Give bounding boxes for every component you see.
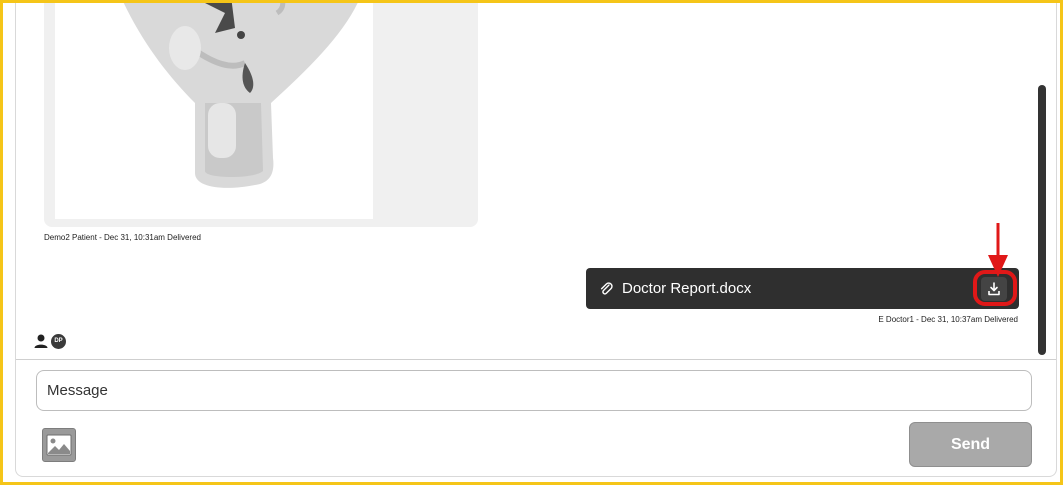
- divider: [16, 359, 1056, 360]
- wound-illustration: [123, 3, 358, 188]
- person-icon: [34, 334, 48, 348]
- download-icon: [988, 282, 1000, 296]
- participants: DP: [33, 333, 66, 349]
- image-attachment[interactable]: [55, 3, 373, 219]
- send-button[interactable]: Send: [909, 422, 1032, 467]
- file-name[interactable]: Doctor Report.docx: [622, 280, 751, 297]
- incoming-image-message[interactable]: [44, 3, 478, 227]
- scrollbar[interactable]: [1038, 85, 1046, 355]
- image-icon: [46, 434, 72, 456]
- avatar: DP: [51, 333, 66, 349]
- file-attachment-message[interactable]: Doctor Report.docx: [586, 268, 1019, 309]
- image-upload-button[interactable]: [42, 428, 76, 462]
- chat-panel: Demo2 Patient - Dec 31, 10:31am Delivere…: [15, 3, 1057, 477]
- chat-messages: Demo2 Patient - Dec 31, 10:31am Delivere…: [16, 3, 1056, 359]
- download-button[interactable]: [981, 277, 1007, 301]
- incoming-message-meta: Demo2 Patient - Dec 31, 10:31am Delivere…: [44, 233, 201, 242]
- message-input[interactable]: [36, 370, 1032, 411]
- red-arrow-annotation: [988, 223, 1008, 277]
- paperclip-icon: [598, 281, 614, 297]
- screenshot-frame: Demo2 Patient - Dec 31, 10:31am Delivere…: [0, 0, 1063, 485]
- outgoing-message-meta: E Doctor1 - Dec 31, 10:37am Delivered: [878, 315, 1018, 324]
